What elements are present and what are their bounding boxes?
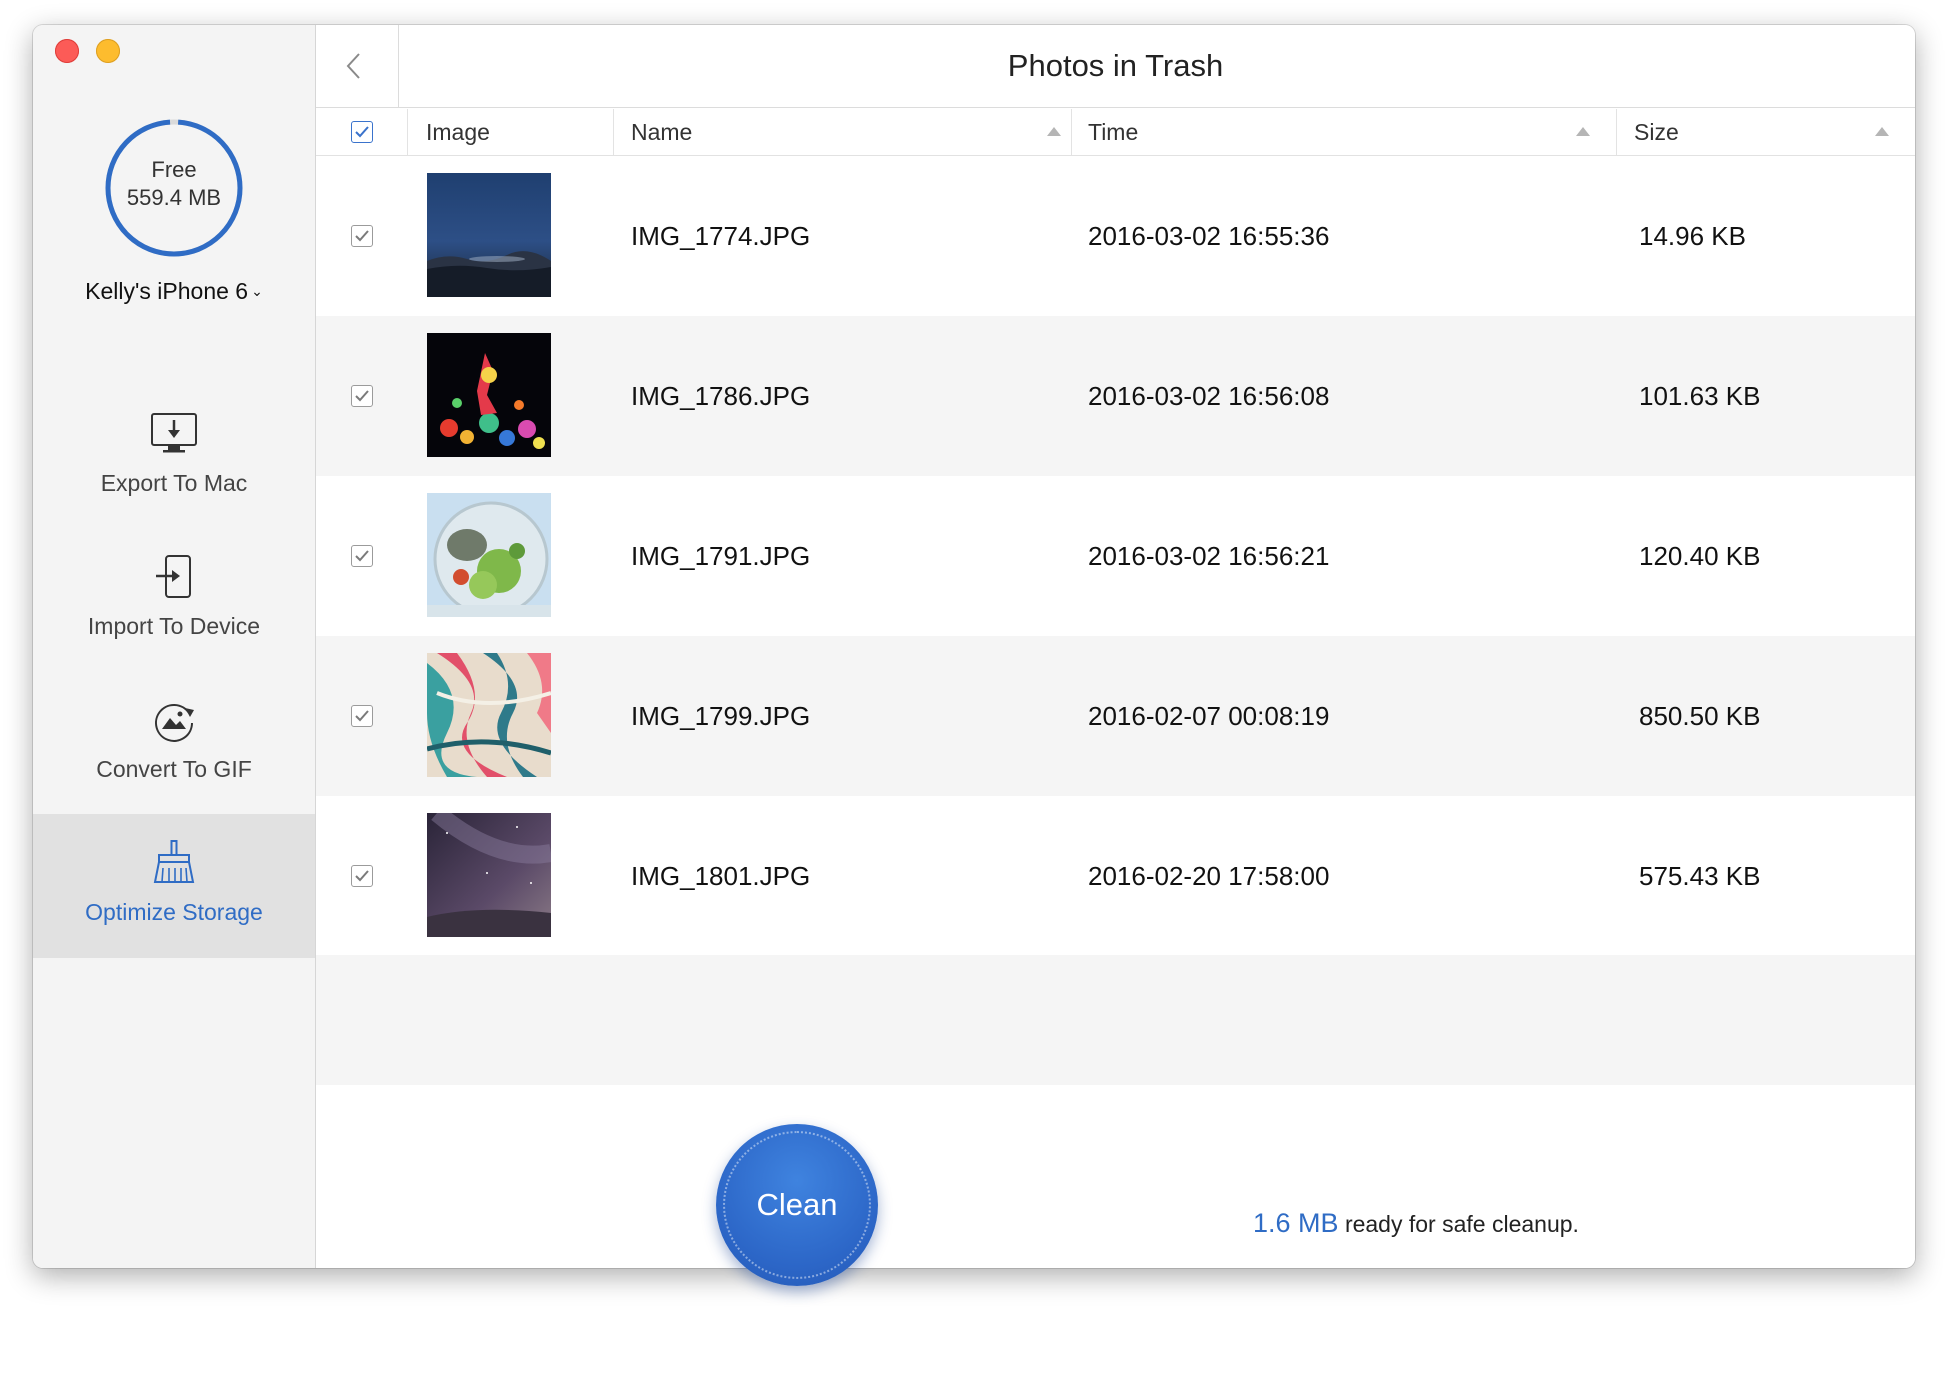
sidebar-item-label: Convert To GIF [96,756,252,782]
select-all-checkbox[interactable] [351,121,373,143]
photo-thumbnail [427,333,551,457]
row-checkbox[interactable] [351,385,373,407]
app-window: Free 559.4 MB Kelly's iPhone 6 ⌄ Export T… [33,25,1915,1268]
sidebar-item-label: Export To Mac [100,470,248,496]
column-header-name[interactable]: Name [631,109,1071,155]
back-button[interactable] [316,25,399,107]
checkmark-icon [355,230,369,242]
checkmark-icon [355,550,369,562]
file-size: 850.50 KB [1639,701,1761,731]
sidebar-item-label: Optimize Storage [85,899,263,925]
sidebar-item-export-to-mac[interactable]: Export To Mac [33,385,315,529]
cleanup-size: 1.6 MB [1253,1208,1339,1238]
table-row[interactable]: IMG_1799.JPG 2016-02-07 00:08:19 850.50 … [316,636,1915,796]
empty-list-area [316,955,1915,1085]
row-checkbox[interactable] [351,865,373,887]
photo-thumbnail [427,173,551,297]
minimize-window-button[interactable] [96,39,120,63]
table-row[interactable]: IMG_1774.JPG 2016-03-02 16:55:36 14.96 K… [316,156,1915,316]
sidebar-item-convert-to-gif[interactable]: Convert To GIF [33,671,315,815]
file-name: IMG_1786.JPG [631,381,811,411]
file-time: 2016-02-07 00:08:19 [1088,701,1330,731]
column-header-size[interactable]: Size [1634,109,1914,155]
file-time: 2016-02-20 17:58:00 [1088,861,1330,891]
checkmark-icon [355,710,369,722]
broom-icon [153,840,195,883]
convert-to-gif-icon [155,703,194,742]
table-header: Image Name Time Size [316,109,1915,156]
file-size: 14.96 KB [1639,221,1746,251]
main-panel: Photos in Trash Image Name Time Size IMG… [316,25,1915,1268]
column-divider [407,109,408,155]
column-header-time[interactable]: Time [1088,109,1616,155]
column-divider [1616,109,1617,155]
column-divider [613,109,614,155]
sidebar-item-import-to-device[interactable]: Import To Device [33,528,315,672]
device-name: Kelly's iPhone 6 [85,278,249,304]
device-selector[interactable]: Kelly's iPhone 6 ⌄ [33,278,315,305]
file-name: IMG_1791.JPG [631,541,811,571]
table-row[interactable]: IMG_1791.JPG 2016-03-02 16:56:21 120.40 … [316,476,1915,636]
storage-label: Free [151,157,197,182]
file-time: 2016-03-02 16:56:08 [1088,381,1330,411]
photo-thumbnail [427,653,551,777]
file-name: IMG_1774.JPG [631,221,811,251]
file-name: IMG_1801.JPG [631,861,811,891]
sidebar-item-label: Import To Device [87,613,261,639]
sort-ascending-icon [1875,127,1889,136]
column-label: Image [426,119,490,145]
row-checkbox[interactable] [351,225,373,247]
clean-button-wrapper: Clean [716,1124,878,1286]
checkmark-icon [355,126,369,138]
file-time: 2016-03-02 16:55:36 [1088,221,1330,251]
clean-button-label: Clean [756,1187,838,1222]
file-name: IMG_1799.JPG [631,701,811,731]
close-window-button[interactable] [55,39,79,63]
row-checkbox[interactable] [351,705,373,727]
chevron-down-icon: ⌄ [251,283,263,299]
cleanup-summary: 1.6 MB ready for safe cleanup. [1253,1208,1579,1239]
checkmark-icon [355,390,369,402]
table-row[interactable]: IMG_1801.JPG 2016-02-20 17:58:00 575.43 … [316,796,1915,956]
checkmark-icon [355,870,369,882]
sidebar: Free 559.4 MB Kelly's iPhone 6 ⌄ Export T… [33,25,316,1268]
file-size: 575.43 KB [1639,861,1761,891]
column-header-image: Image [426,109,490,155]
sort-ascending-icon [1576,127,1590,136]
sort-ascending-icon [1047,127,1061,136]
import-to-device-icon [156,555,191,598]
photo-thumbnail [427,813,551,937]
table-row[interactable]: IMG_1786.JPG 2016-03-02 16:56:08 101.63 … [316,316,1915,476]
storage-readout: Free 559.4 MB [103,156,245,212]
file-size: 120.40 KB [1639,541,1761,571]
photo-thumbnail [427,493,551,617]
column-label: Time [1088,119,1139,145]
sidebar-item-optimize-storage[interactable]: Optimize Storage [33,814,315,958]
storage-value: 559.4 MB [126,185,222,210]
row-checkbox[interactable] [351,545,373,567]
title-bar: Photos in Trash [316,25,1915,108]
page-title: Photos in Trash [1007,48,1224,83]
file-time: 2016-03-02 16:56:21 [1088,541,1330,571]
clean-button[interactable]: Clean [716,1124,878,1286]
export-to-mac-icon [151,413,197,453]
column-label: Size [1634,119,1679,145]
column-label: Name [631,119,693,145]
column-divider [1071,109,1072,155]
cleanup-text: ready for safe cleanup. [1344,1211,1579,1237]
file-size: 101.63 KB [1639,381,1761,411]
chevron-left-icon [346,53,360,79]
